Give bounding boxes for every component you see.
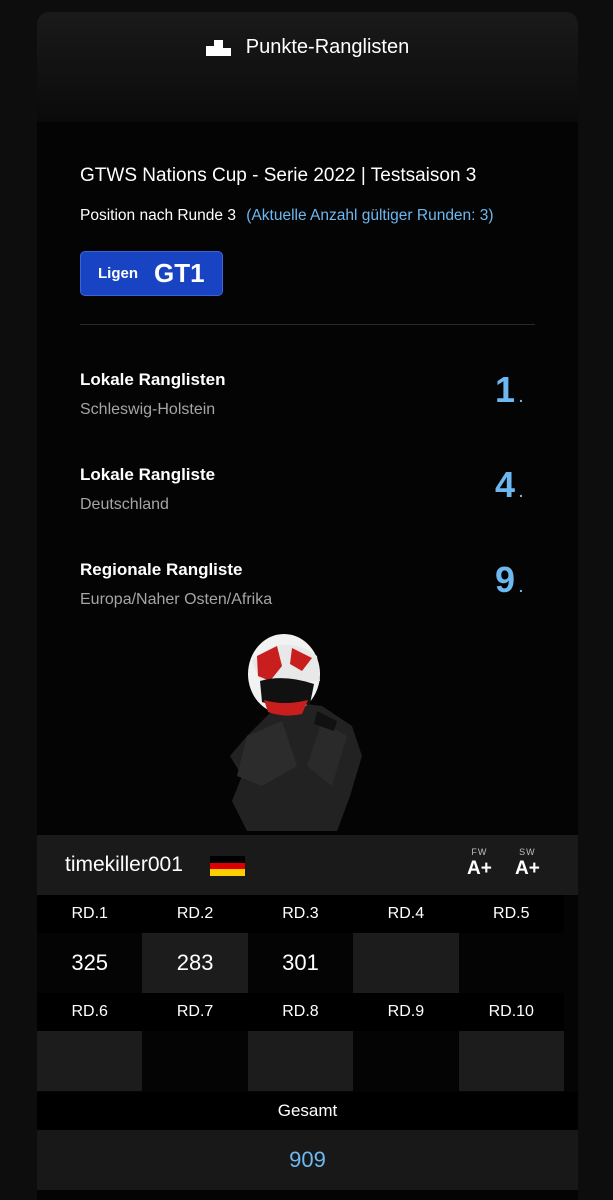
round-label: RD.2 [142, 895, 248, 933]
round-score [353, 1031, 459, 1091]
rounds-header-row: RD.1 RD.2 RD.3 RD.4 RD.5 [37, 895, 564, 933]
header: Punkte-Ranglisten [37, 12, 578, 122]
league-label: Ligen [98, 265, 138, 282]
round-label: RD.10 [458, 993, 564, 1031]
round-label: RD.6 [37, 993, 143, 1031]
round-score [458, 933, 564, 993]
round-label: RD.7 [142, 993, 248, 1031]
round-score [37, 1031, 143, 1091]
round-score [353, 933, 459, 993]
round-label: RD.4 [353, 895, 459, 933]
podium-icon [205, 39, 232, 56]
fw-grade: FW A+ [467, 847, 492, 879]
event-title: GTWS Nations Cup - Serie 2022 | Testsais… [80, 165, 477, 186]
round-label: RD.1 [37, 895, 143, 933]
valid-rounds-hint: (Aktuelle Anzahl gültiger Runden: 3) [246, 207, 494, 224]
league-value: GT1 [154, 258, 205, 288]
rounds-table: RD.1 RD.2 RD.3 RD.4 RD.5 325 283 301 RD.… [37, 895, 564, 1091]
position-label: Position nach Runde 3 [80, 207, 236, 224]
round-score: 283 [142, 933, 248, 993]
ranking-position: 1. [495, 369, 523, 410]
round-score [142, 1031, 248, 1091]
ranking-region: Europa/Naher Osten/Afrika [80, 591, 273, 608]
ranking-position: 4. [495, 464, 523, 505]
player-name: timekiller001 [65, 853, 183, 876]
ranking-title: Lokale Ranglisten [80, 370, 226, 389]
ranking-title: Lokale Rangliste [80, 465, 216, 484]
sw-grade: SW A+ [515, 847, 540, 879]
round-label: RD.9 [353, 993, 459, 1031]
total-label: Gesamt [37, 1092, 578, 1130]
ranking-row: Regionale Rangliste Europa/Naher Osten/A… [80, 515, 535, 610]
position-line: Position nach Runde 3 (Aktuelle Anzahl g… [80, 207, 535, 225]
round-score [458, 1031, 564, 1091]
league-button[interactable]: Ligen GT1 [80, 251, 223, 296]
round-label: RD.3 [247, 895, 354, 933]
ranking-row: Lokale Ranglisten Schleswig-Holstein 1. [80, 325, 535, 420]
page-title: Punkte-Ranglisten [245, 36, 410, 58]
racer-avatar [230, 634, 362, 831]
round-label: RD.8 [247, 993, 354, 1031]
rounds-value-row [37, 1031, 564, 1091]
rounds-value-row: 325 283 301 [37, 933, 564, 993]
round-score: 301 [247, 933, 354, 993]
flag-germany-icon [210, 856, 245, 876]
ranking-row: Lokale Rangliste Deutschland 4. [80, 420, 535, 515]
ranking-title: Regionale Rangliste [80, 560, 243, 579]
round-score [247, 1031, 354, 1091]
round-score: 325 [37, 933, 143, 993]
ranking-region: Deutschland [80, 496, 169, 513]
rounds-header-row: RD.6 RD.7 RD.8 RD.9 RD.10 [37, 993, 564, 1031]
total-value: 909 [37, 1130, 578, 1190]
rankings-card: Punkte-Ranglisten GTWS Nations Cup - Ser… [37, 12, 578, 1200]
round-label: RD.5 [458, 895, 564, 933]
ranking-position: 9. [495, 559, 523, 600]
player-bar: timekiller001 FW A+ SW A+ [37, 835, 578, 895]
ranking-region: Schleswig-Holstein [80, 401, 216, 418]
